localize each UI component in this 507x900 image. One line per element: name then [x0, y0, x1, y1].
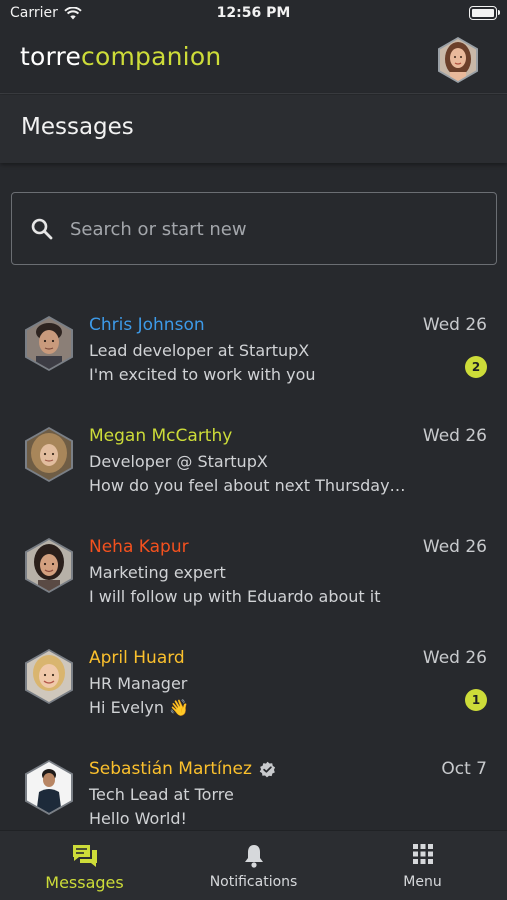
battery-icon: [469, 6, 500, 20]
search-icon: [31, 218, 53, 240]
message-preview: How do you feel about next Thursday ...: [89, 476, 407, 495]
nav-menu[interactable]: Menu: [338, 831, 507, 900]
page-header: Messages: [0, 95, 507, 163]
search-input[interactable]: [70, 213, 470, 245]
contact-name: Neha Kapur: [89, 537, 189, 557]
message-preview: Hello World!: [89, 809, 187, 828]
contact-name-text: April Huard: [89, 648, 185, 668]
conversation-list: Chris Johnson Lead developer at StartupX…: [0, 298, 507, 830]
status-bar: Carrier 12:56 PM: [0, 0, 507, 28]
contact-subtitle: Tech Lead at Torre: [89, 785, 234, 804]
contact-name: Sebastián Martínez: [89, 759, 276, 779]
status-time: 12:56 PM: [216, 5, 291, 21]
avatar: [25, 649, 73, 704]
logo-torre: torre: [20, 42, 82, 71]
conversation-item[interactable]: Chris Johnson Lead developer at StartupX…: [0, 298, 507, 409]
app-header: torrecompanion: [0, 28, 507, 94]
contact-name-text: Megan McCarthy: [89, 426, 233, 446]
conversation-item[interactable]: Megan McCarthy Developer @ StartupX How …: [0, 409, 507, 520]
contact-name: Chris Johnson: [89, 315, 205, 335]
profile-avatar[interactable]: [437, 37, 479, 83]
nav-label-notifications: Notifications: [209, 874, 298, 890]
message-date: Wed 26: [422, 315, 487, 335]
contact-name-text: Sebastián Martínez: [89, 759, 252, 779]
grid-icon: [412, 844, 433, 864]
search-box[interactable]: [11, 192, 497, 265]
contact-subtitle: Lead developer at StartupX: [89, 341, 310, 360]
nav-label-menu: Menu: [403, 874, 442, 890]
message-preview: I will follow up with Eduardo about it: [89, 587, 381, 606]
unread-badge: 2: [465, 356, 487, 378]
contact-name: April Huard: [89, 648, 185, 668]
chat-icon: [72, 845, 97, 867]
bottom-nav: Messages Notifications Menu: [0, 830, 507, 900]
nav-notifications[interactable]: Notifications: [169, 831, 338, 900]
bell-icon: [244, 845, 263, 868]
avatar: [25, 316, 73, 371]
logo-companion: companion: [81, 42, 222, 71]
conversation-item[interactable]: Neha Kapur Marketing expert I will follo…: [0, 520, 507, 631]
conversation-item[interactable]: Sebastián Martínez Tech Lead at Torre He…: [0, 742, 507, 830]
message-date: Oct 7: [441, 759, 487, 779]
conversation-item[interactable]: April Huard HR Manager Hi Evelyn 👋 Wed 2…: [0, 631, 507, 742]
contact-subtitle: Developer @ StartupX: [89, 452, 268, 471]
unread-badge: 1: [465, 689, 487, 711]
avatar: [25, 760, 73, 815]
message-date: Wed 26: [422, 537, 487, 557]
contact-subtitle: HR Manager: [89, 674, 188, 693]
contact-name-text: Chris Johnson: [89, 315, 205, 335]
contact-subtitle: Marketing expert: [89, 563, 226, 582]
message-date: Wed 26: [422, 648, 487, 668]
messages-screen: Carrier 12:56 PM torrecompanion Messages…: [0, 0, 507, 900]
verified-icon: [259, 761, 275, 777]
app-logo[interactable]: torrecompanion: [20, 42, 221, 71]
nav-label-messages: Messages: [45, 873, 124, 892]
message-preview: I'm excited to work with you: [89, 365, 316, 384]
contact-name-text: Neha Kapur: [89, 537, 189, 557]
page-title: Messages: [21, 114, 134, 140]
avatar: [25, 427, 73, 482]
nav-messages[interactable]: Messages: [0, 831, 169, 900]
message-date: Wed 26: [422, 426, 487, 446]
contact-name: Megan McCarthy: [89, 426, 232, 446]
message-preview: Hi Evelyn 👋: [89, 698, 190, 717]
avatar: [25, 538, 73, 593]
